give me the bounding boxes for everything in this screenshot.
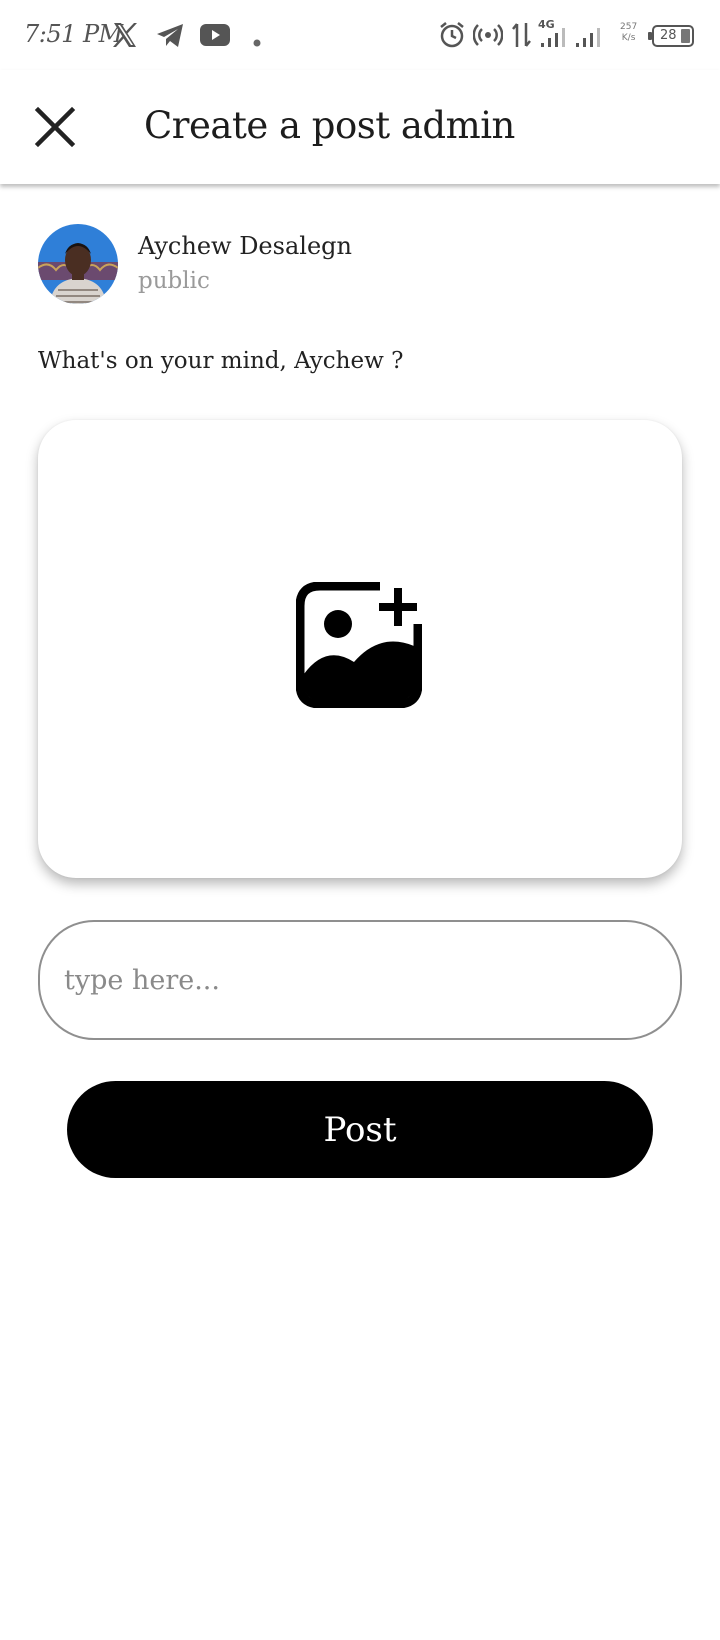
avatar [38,224,118,304]
status-bar: 7:51 PM 4G 257 K/s 28 [0,0,720,70]
hotspot-icon [472,20,504,54]
speed-unit: K/s [621,33,636,43]
close-button[interactable] [32,104,78,150]
battery-fill [681,29,690,43]
data-arrows-icon [511,20,533,54]
page-title: Create a post admin [144,104,515,147]
image-picker-card[interactable] [38,420,682,878]
alarm-icon [437,20,467,54]
post-prompt: What's on your mind, Aychew ? [38,348,404,374]
youtube-icon [199,20,231,54]
status-time: 7:51 PM [24,20,123,48]
app-bar: Create a post admin [0,70,720,184]
user-name: Aychew Desalegn [138,232,352,260]
x-logo-icon [110,20,140,54]
close-icon [34,106,76,148]
post-button[interactable]: Post [67,1081,653,1178]
signal-icon [540,28,570,52]
add-photo-icon [296,582,422,708]
battery-level: 28 [660,28,677,43]
network-speed: 257 K/s [620,22,637,44]
dot-icon [253,32,261,51]
speed-value: 257 [620,22,638,32]
battery-icon: 28 [648,25,694,47]
telegram-icon [155,20,185,54]
privacy-label: public [138,268,210,294]
post-text-input[interactable] [38,920,682,1040]
signal-icon [575,28,605,52]
